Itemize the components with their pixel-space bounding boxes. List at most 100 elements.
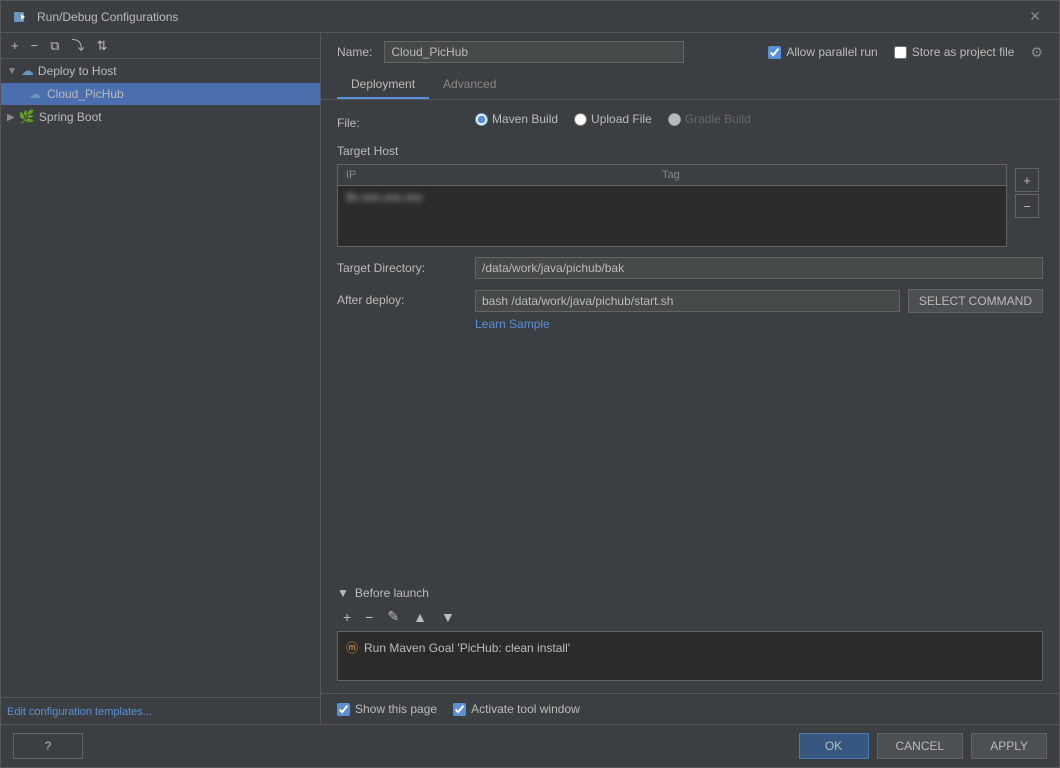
sidebar-group-spring: ▶ 🌿 Spring Boot <box>1 105 320 129</box>
maven-build-option[interactable]: Maven Build <box>475 112 558 126</box>
sidebar-group-deploy-header[interactable]: ▼ ☁ Deploy to Host <box>1 59 320 83</box>
after-deploy-content: SELECT COMMAND Learn Sample <box>475 289 1043 331</box>
file-radio-group: Maven Build Upload File Gradle Build <box>475 112 751 126</box>
file-label: File: <box>337 112 467 130</box>
maven-build-radio[interactable] <box>475 113 488 126</box>
close-button[interactable]: ✕ <box>1023 6 1047 27</box>
ip-cell: 8x.xxx.xxx.xxx <box>346 190 646 204</box>
bl-remove-button[interactable]: − <box>359 606 379 627</box>
settings-gear-button[interactable]: ⚙ <box>1030 44 1043 61</box>
target-dir-input[interactable] <box>475 257 1043 279</box>
title-bar-left: Run/Debug Configurations <box>13 9 178 25</box>
table-side-buttons: + − <box>1011 164 1043 247</box>
before-launch-toolbar: + − ✎ ▲ ▼ <box>337 606 1043 627</box>
move-into-button[interactable]: ⤵ <box>67 37 88 54</box>
file-row: File: Maven Build Upload File Gradle <box>337 112 1043 130</box>
col-tag-header: Tag <box>662 169 998 181</box>
sidebar-group-spring-header[interactable]: ▶ 🌿 Spring Boot <box>1 105 320 129</box>
show-page-checkbox[interactable] <box>337 703 350 716</box>
remove-config-button[interactable]: − <box>27 37 43 54</box>
dialog-title: Run/Debug Configurations <box>37 10 178 24</box>
sidebar-item-cloud-label: Cloud_PicHub <box>47 87 124 101</box>
target-host-title: Target Host <box>337 144 1043 158</box>
chevron-right-icon: ▶ <box>7 112 15 123</box>
sidebar-toolbar: + − ⧉ ⤵ ⇅ <box>1 33 320 59</box>
after-deploy-label: After deploy: <box>337 289 467 307</box>
table-body: 8x.xxx.xxx.xxx <box>338 186 1006 246</box>
gradle-build-option[interactable]: Gradle Build <box>668 112 751 126</box>
add-host-button[interactable]: + <box>1015 168 1039 192</box>
target-dir-row: Target Directory: <box>337 257 1043 279</box>
allow-parallel-label[interactable]: Allow parallel run <box>768 45 877 59</box>
name-label: Name: <box>337 45 372 59</box>
gradle-build-radio[interactable] <box>668 113 681 126</box>
bl-add-button[interactable]: + <box>337 606 357 627</box>
bl-edit-button[interactable]: ✎ <box>381 606 405 627</box>
allow-parallel-checkbox[interactable] <box>768 46 781 59</box>
target-host-table: IP Tag 8x.xxx.xxx.xxx <box>337 164 1007 247</box>
tab-deployment[interactable]: Deployment <box>337 71 429 99</box>
cancel-button[interactable]: CANCEL <box>877 733 964 759</box>
remove-host-button[interactable]: − <box>1015 194 1039 218</box>
upload-file-option[interactable]: Upload File <box>574 112 652 126</box>
col-ip-header: IP <box>346 169 646 181</box>
main-content: + − ⧉ ⤵ ⇅ ▼ ☁ Deploy to Host ☁ Cloud_Pic… <box>1 33 1059 724</box>
sidebar: + − ⧉ ⤵ ⇅ ▼ ☁ Deploy to Host ☁ Cloud_Pic… <box>1 33 321 724</box>
detail-header: Name: Allow parallel run Store as projec… <box>321 33 1059 71</box>
bl-move-up-button[interactable]: ▲ <box>407 606 433 627</box>
sidebar-group-deploy-label: Deploy to Host <box>38 64 117 78</box>
collapse-icon: ▼ <box>337 586 349 600</box>
before-launch-section: ▼ Before launch + − ✎ ▲ ▼ ⓜ Run Maven Go… <box>337 586 1043 681</box>
after-deploy-row: After deploy: SELECT COMMAND Learn Sampl… <box>337 289 1043 331</box>
deploy-icon: ☁ <box>21 63 34 79</box>
ok-button[interactable]: OK <box>799 733 869 759</box>
select-command-button[interactable]: SELECT COMMAND <box>908 289 1043 313</box>
bottom-options: Show this page Activate tool window <box>321 693 1059 724</box>
sidebar-item-cloud-pichub[interactable]: ☁ Cloud_PicHub <box>1 83 320 105</box>
target-dir-label: Target Directory: <box>337 257 467 275</box>
title-bar: Run/Debug Configurations ✕ <box>1 1 1059 33</box>
upload-file-radio[interactable] <box>574 113 587 126</box>
bl-item-maven[interactable]: ⓜ Run Maven Goal 'PicHub: clean install' <box>342 636 1038 659</box>
cloud-item-icon: ☁ <box>29 87 41 101</box>
sidebar-group-spring-label: Spring Boot <box>39 110 102 124</box>
edit-templates-link[interactable]: Edit configuration templates... <box>7 706 152 718</box>
help-button[interactable]: ? <box>13 733 83 759</box>
sidebar-footer: Edit configuration templates... <box>1 697 320 724</box>
show-page-option[interactable]: Show this page <box>337 702 437 716</box>
store-project-label[interactable]: Store as project file <box>894 45 1015 59</box>
activate-window-checkbox[interactable] <box>453 703 466 716</box>
target-host-container: IP Tag 8x.xxx.xxx.xxx + <box>337 164 1043 247</box>
show-page-label: Show this page <box>355 702 437 716</box>
sidebar-group-deploy: ▼ ☁ Deploy to Host ☁ Cloud_PicHub <box>1 59 320 105</box>
tab-bar: Deployment Advanced <box>321 71 1059 100</box>
detail-panel: Name: Allow parallel run Store as projec… <box>321 33 1059 724</box>
before-launch-header[interactable]: ▼ Before launch <box>337 586 1043 600</box>
learn-sample-link[interactable]: Learn Sample <box>475 317 1043 331</box>
activate-window-label: Activate tool window <box>471 702 580 716</box>
before-launch-label: Before launch <box>355 586 429 600</box>
store-project-checkbox[interactable] <box>894 46 907 59</box>
bl-item-label: Run Maven Goal 'PicHub: clean install' <box>364 641 570 655</box>
spring-icon: 🌿 <box>19 109 35 125</box>
table-row[interactable]: 8x.xxx.xxx.xxx <box>338 186 1006 208</box>
tag-cell <box>662 190 998 204</box>
tab-advanced[interactable]: Advanced <box>429 71 510 99</box>
detail-body: File: Maven Build Upload File Gradle <box>321 100 1059 693</box>
table-header: IP Tag <box>338 165 1006 186</box>
name-input[interactable] <box>384 41 684 63</box>
sidebar-items: ▼ ☁ Deploy to Host ☁ Cloud_PicHub ▶ 🌿 Sp… <box>1 59 320 697</box>
after-deploy-input[interactable] <box>475 290 900 312</box>
before-launch-list: ⓜ Run Maven Goal 'PicHub: clean install' <box>337 631 1043 681</box>
bl-move-down-button[interactable]: ▼ <box>435 606 461 627</box>
spacer <box>337 341 1043 576</box>
run-debug-dialog: Run/Debug Configurations ✕ + − ⧉ ⤵ ⇅ ▼ ☁… <box>0 0 1060 768</box>
maven-goal-icon: ⓜ <box>346 639 358 656</box>
apply-button[interactable]: APPLY <box>971 733 1047 759</box>
copy-config-button[interactable]: ⧉ <box>46 37 63 54</box>
add-config-button[interactable]: + <box>7 37 23 54</box>
chevron-down-icon: ▼ <box>7 66 17 77</box>
sort-button[interactable]: ⇅ <box>93 37 112 54</box>
activate-window-option[interactable]: Activate tool window <box>453 702 580 716</box>
header-options: Allow parallel run Store as project file… <box>768 44 1043 61</box>
